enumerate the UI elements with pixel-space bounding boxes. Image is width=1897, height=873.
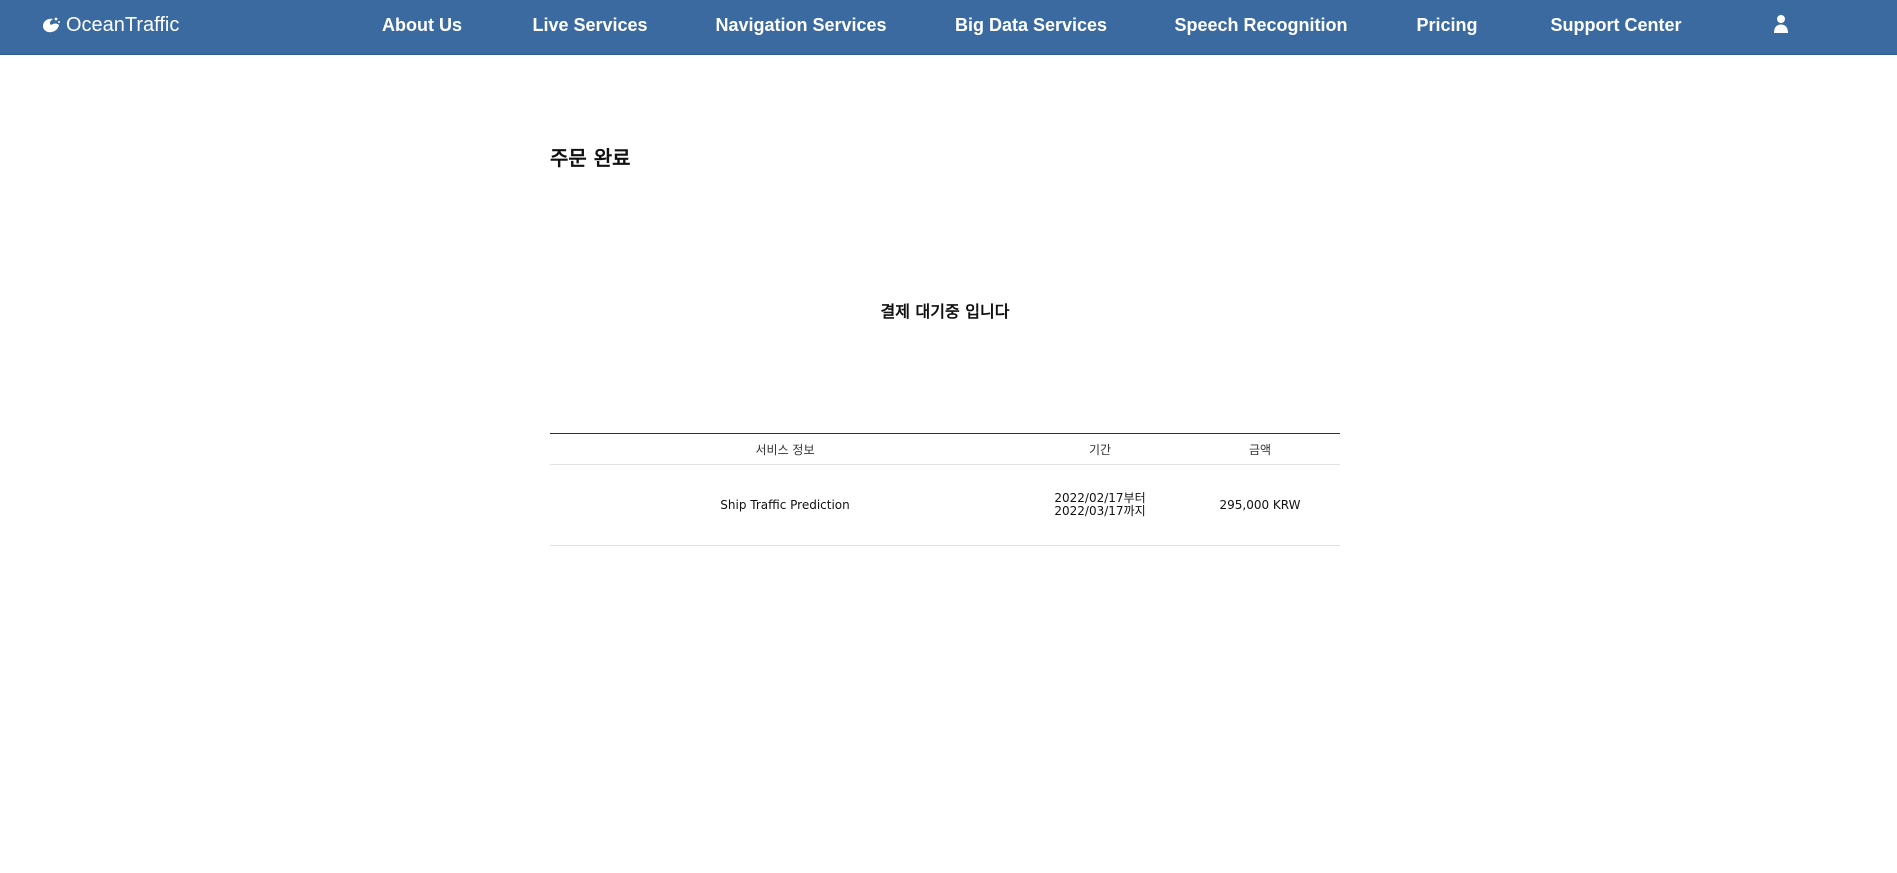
nav-support-center[interactable]: Support Center (1550, 0, 1681, 50)
logo-icon (40, 14, 62, 36)
nav-pricing[interactable]: Pricing (1416, 0, 1477, 50)
user-icon[interactable] (1773, 14, 1789, 34)
period-end: 2022/03/17까지 (1054, 504, 1146, 518)
period-cell: 2022/02/17부터 2022/03/17까지 (1020, 464, 1180, 546)
logo-text: OceanTraffic (66, 13, 180, 36)
nav-navigation-services[interactable]: Navigation Services (715, 0, 886, 50)
service-name-cell: Ship Traffic Prediction (550, 464, 1020, 546)
column-header-amount: 금액 (1180, 433, 1340, 465)
table-header-row: 서비스 정보 기간 금액 (550, 433, 1340, 465)
logo[interactable]: OceanTraffic (40, 0, 179, 50)
amount-cell: 295,000 KRW (1180, 464, 1340, 546)
table-row: Ship Traffic Prediction 2022/02/17부터 202… (550, 464, 1340, 546)
top-navbar: OceanTraffic About Us Live Services Navi… (0, 0, 1897, 55)
nav-live-services[interactable]: Live Services (532, 0, 647, 50)
nav-big-data-services[interactable]: Big Data Services (955, 0, 1107, 50)
order-table: 서비스 정보 기간 금액 Ship Traffic Prediction 202… (550, 433, 1340, 546)
column-header-service: 서비스 정보 (550, 433, 1020, 465)
nav-about-us[interactable]: About Us (382, 0, 462, 50)
payment-status-message: 결제 대기중 입니다 (880, 302, 1010, 321)
nav-speech-recognition[interactable]: Speech Recognition (1174, 0, 1347, 50)
page-title: 주문 완료 (550, 146, 631, 170)
column-header-period: 기간 (1020, 433, 1180, 465)
